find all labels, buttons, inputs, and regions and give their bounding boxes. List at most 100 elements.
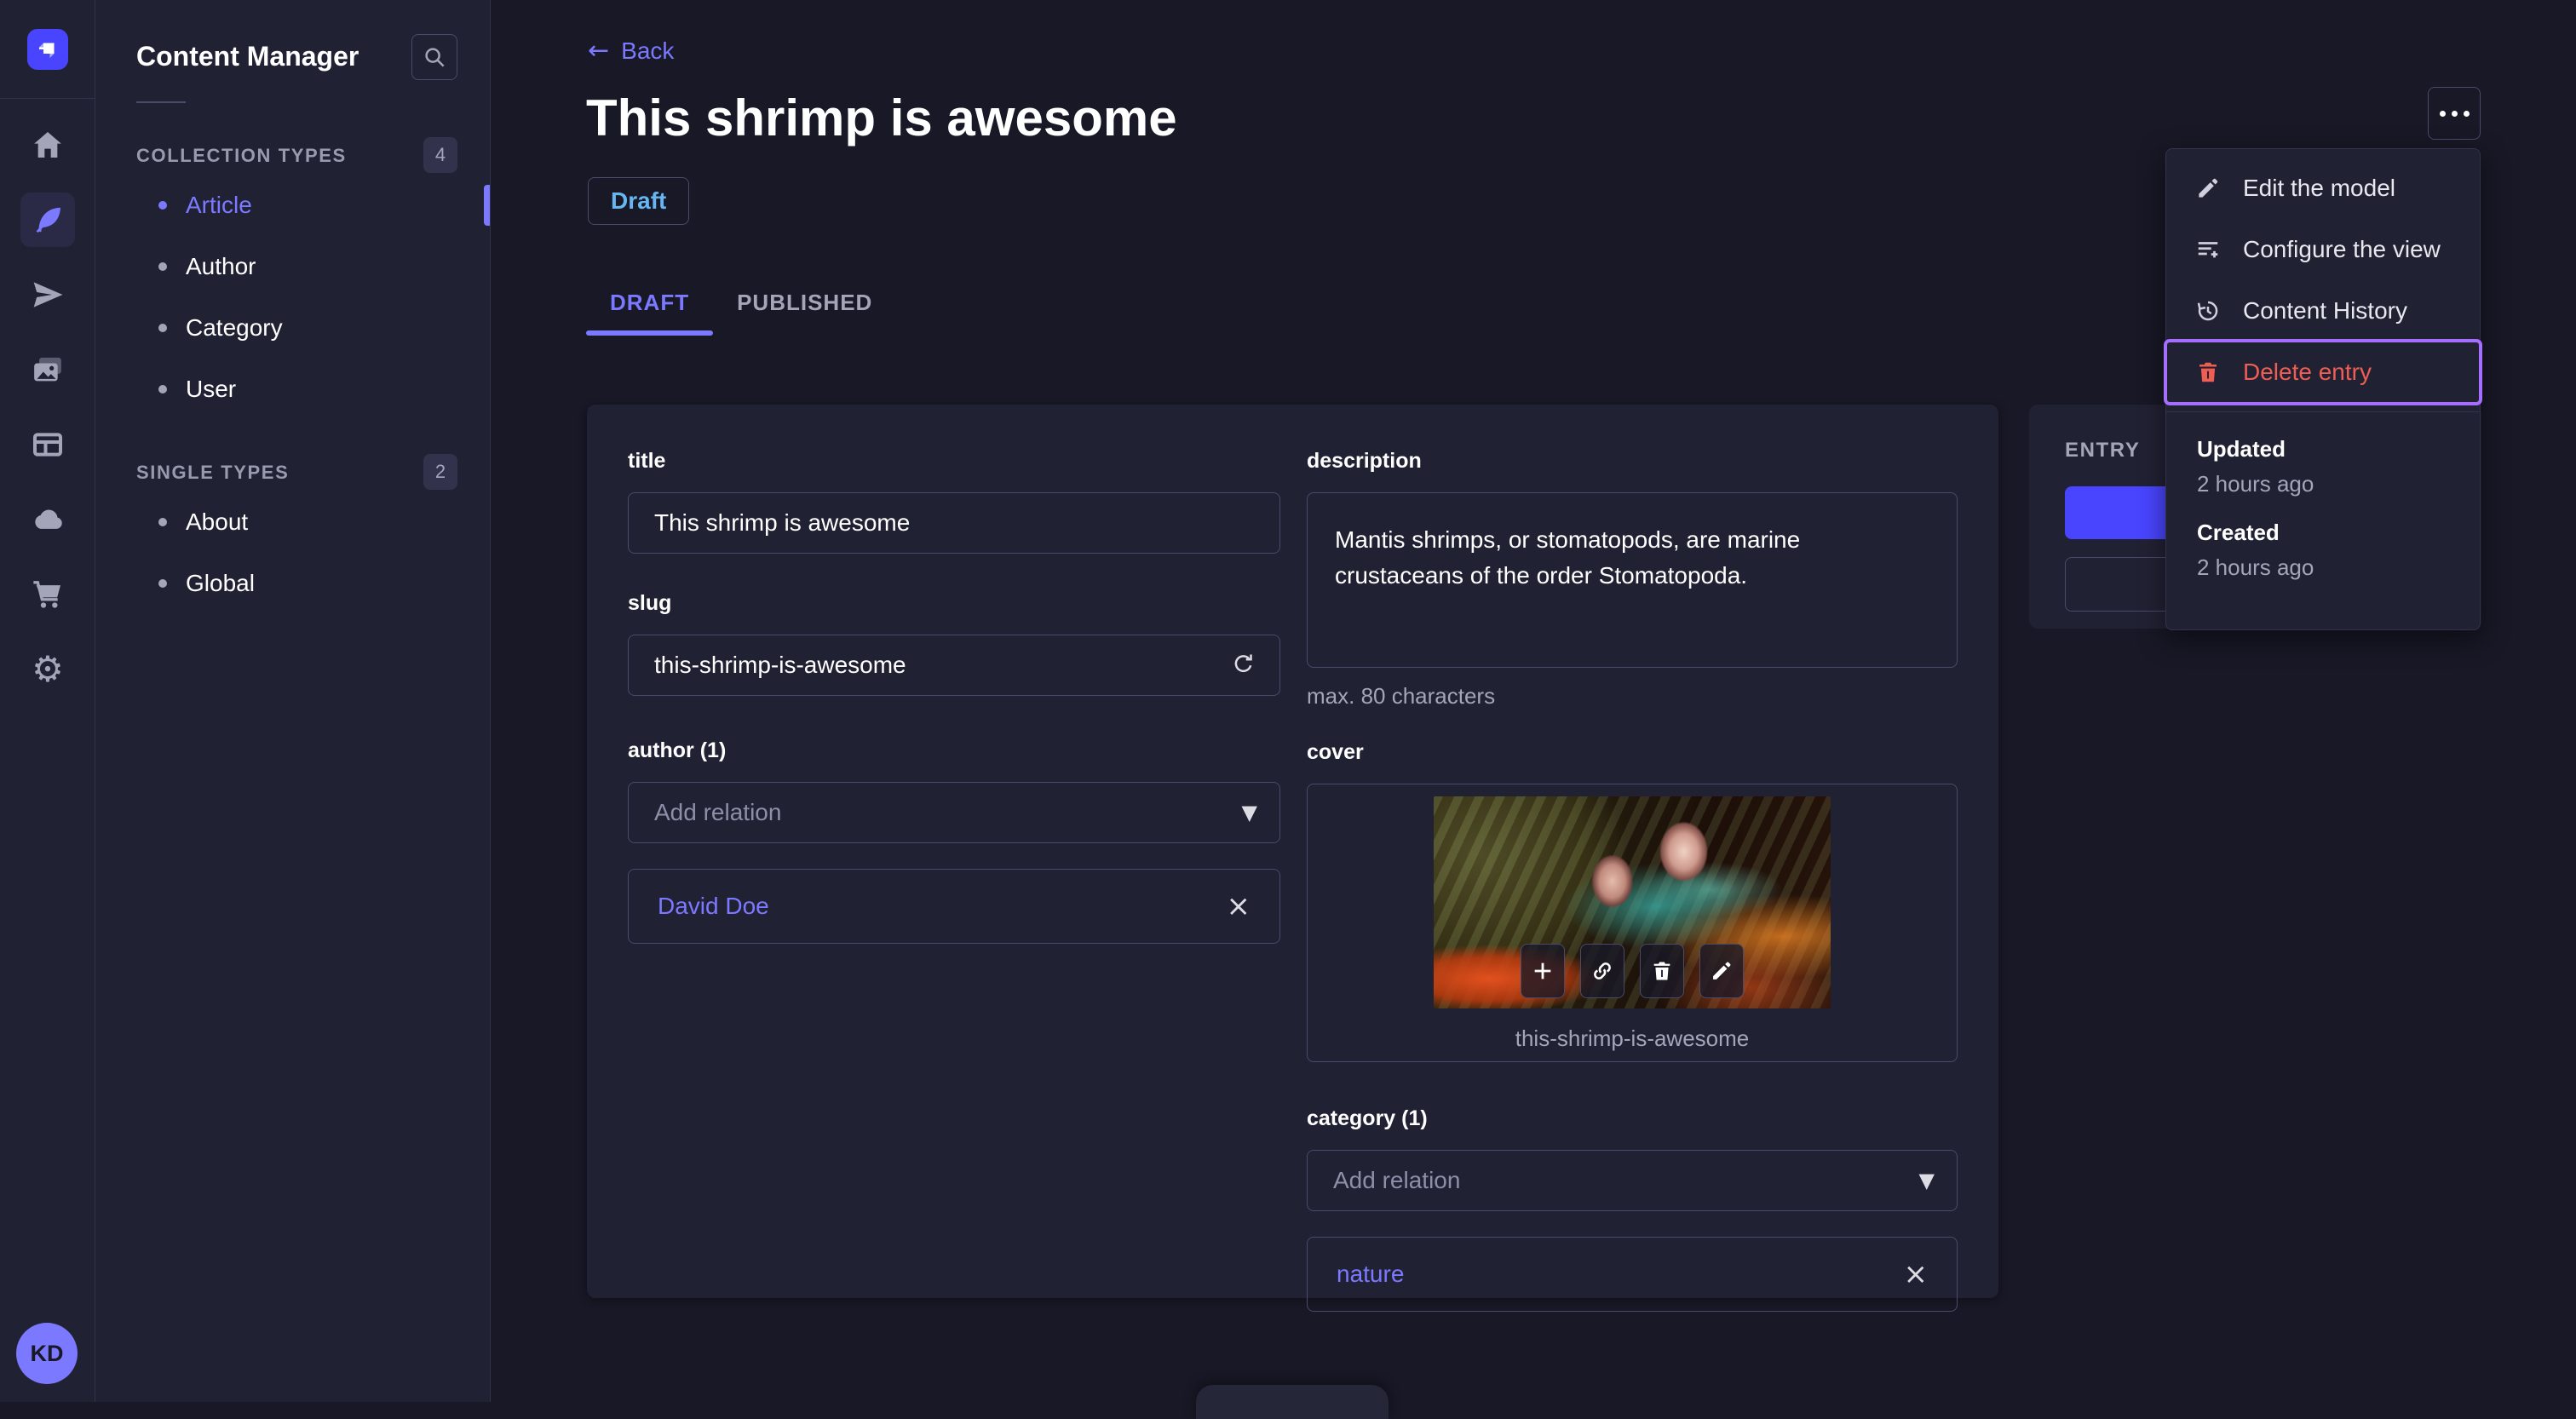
sidebar-item-label: Category (186, 314, 283, 341)
sidebar-item-user[interactable]: User (95, 359, 490, 420)
back-link[interactable]: ← Back (588, 37, 674, 65)
remove-author-relation-button[interactable]: × (1227, 892, 1251, 921)
plus-icon (1534, 962, 1551, 980)
author-relation-item: David Doe × (628, 869, 1280, 944)
sidebar-item-label: Author (186, 253, 256, 279)
sidebar-item-content-manager[interactable] (20, 192, 75, 247)
feather-icon (36, 207, 60, 233)
category-label: category (1) (1307, 1106, 1428, 1130)
nav-rail: ⚙ KD (0, 0, 95, 1402)
status-badge: Draft (588, 177, 690, 225)
search-button[interactable] (411, 34, 457, 80)
menu-item-content-history[interactable]: Content History (2166, 280, 2480, 342)
title-label: title (628, 449, 666, 473)
slug-label: slug (628, 591, 672, 615)
pencil-icon (1713, 962, 1731, 980)
sidebar-divider (136, 101, 186, 103)
back-label: Back (621, 37, 675, 64)
sidebar-item-label: Global (186, 570, 255, 596)
sidebar-item-media-library[interactable] (20, 342, 75, 397)
menu-item-label: Configure the view (2243, 236, 2441, 262)
category-relation-item: nature × (1307, 1237, 1958, 1312)
sidebar-item-author[interactable]: Author (95, 236, 490, 297)
author-placeholder: Add relation (654, 799, 782, 825)
sidebar-item-about[interactable]: About (95, 491, 490, 553)
sidebar-item-category[interactable]: Category (95, 297, 490, 359)
cloud-icon (35, 509, 62, 529)
created-label: Created (2197, 520, 2280, 545)
created-value: 2 hours ago (2197, 554, 2314, 580)
description-textarea[interactable]: Mantis shrimps, or stomatopods, are mari… (1307, 492, 1958, 668)
history-icon (2197, 301, 2218, 321)
category-add-relation-select[interactable]: Add relation ▼ (1307, 1150, 1958, 1211)
strapi-logo[interactable] (27, 29, 68, 70)
strapi-logo-icon (39, 43, 55, 58)
sidebar-header: Content Manager (95, 0, 490, 80)
slug-input[interactable] (628, 635, 1280, 696)
section-label: SINGLE TYPES (136, 462, 290, 483)
sidebar-item-label: Article (186, 192, 252, 218)
dot-icon (2439, 110, 2446, 117)
item-bullet (158, 579, 167, 588)
cover-field: this-shrimp-is-awesome (1307, 784, 1958, 1062)
collection-types-section: COLLECTION TYPES 4 Article Author Catego… (95, 137, 490, 420)
section-label: COLLECTION TYPES (136, 145, 347, 166)
collapsed-element-top (1196, 1385, 1389, 1419)
active-indicator (484, 185, 490, 226)
sidebar-item-article[interactable]: Article (95, 175, 490, 236)
author-label: author (1) (628, 738, 727, 762)
more-options-button[interactable] (2428, 87, 2481, 140)
sidebar-item-home[interactable] (20, 118, 75, 172)
edit-asset-button[interactable] (1699, 944, 1744, 998)
chevron-down-icon: ▼ (1241, 801, 1257, 824)
item-bullet (158, 518, 167, 526)
description-label: description (1307, 449, 1422, 473)
copy-link-button[interactable] (1580, 944, 1624, 998)
home-icon (34, 132, 61, 158)
menu-item-label: Edit the model (2243, 175, 2395, 201)
layout-builder-icon (33, 433, 62, 457)
menu-item-configure-the-view[interactable]: Configure the view (2166, 219, 2480, 280)
tab-published[interactable]: PUBLISHED (713, 269, 896, 336)
description-helper: max. 80 characters (1307, 683, 1496, 709)
sidebar-item-deploy[interactable] (20, 492, 75, 547)
avatar[interactable]: KD (16, 1323, 78, 1384)
menu-item-delete-entry[interactable]: Delete entry (2164, 339, 2482, 405)
regenerate-slug-button[interactable] (1224, 645, 1263, 684)
sidebar-item-label: About (186, 508, 249, 535)
cover-actions (1521, 944, 1744, 998)
sidebar-item-marketplace[interactable] (20, 567, 75, 622)
tab-draft[interactable]: DRAFT (586, 269, 714, 336)
content-manager-sidebar: Content Manager COLLECTION TYPES 4 Artic… (95, 0, 491, 1402)
author-add-relation-select[interactable]: Add relation ▼ (628, 782, 1280, 843)
configure-view-icon (2198, 242, 2218, 258)
category-relation-link[interactable]: nature (1337, 1261, 1404, 1288)
single-types-section: SINGLE TYPES 2 About Global (95, 454, 490, 614)
pencil-icon (2199, 178, 2218, 198)
cart-icon (33, 581, 60, 608)
form-column-left: title slug author (628, 449, 1280, 1312)
more-options-menu: Edit the model Configure the view Conten… (2164, 148, 2482, 630)
cover-caption: this-shrimp-is-awesome (1515, 1025, 1750, 1051)
updated-value: 2 hours ago (2197, 471, 2314, 497)
item-bullet (158, 385, 167, 394)
refresh-icon (1234, 654, 1252, 673)
category-placeholder: Add relation (1333, 1167, 1461, 1193)
back-arrow-icon: ← (588, 36, 610, 66)
sidebar-item-releases[interactable] (20, 267, 75, 322)
chevron-down-icon: ▼ (1918, 1169, 1935, 1192)
add-asset-button[interactable] (1521, 944, 1565, 998)
sidebar-item-settings[interactable]: ⚙ (20, 642, 75, 697)
sidebar-title: Content Manager (136, 41, 359, 72)
author-relation-link[interactable]: David Doe (658, 893, 769, 920)
sidebar-item-content-type-builder[interactable] (20, 417, 75, 472)
trash-icon (1653, 962, 1670, 980)
remove-category-relation-button[interactable]: × (1904, 1260, 1929, 1289)
delete-asset-button[interactable] (1640, 944, 1684, 998)
sidebar-item-global[interactable]: Global (95, 553, 490, 614)
menu-item-edit-the-model[interactable]: Edit the model (2166, 158, 2480, 219)
title-input[interactable] (628, 492, 1280, 554)
section-count-badge: 2 (423, 454, 457, 490)
sidebar-item-label: User (186, 376, 237, 402)
trash-icon (2199, 362, 2217, 382)
